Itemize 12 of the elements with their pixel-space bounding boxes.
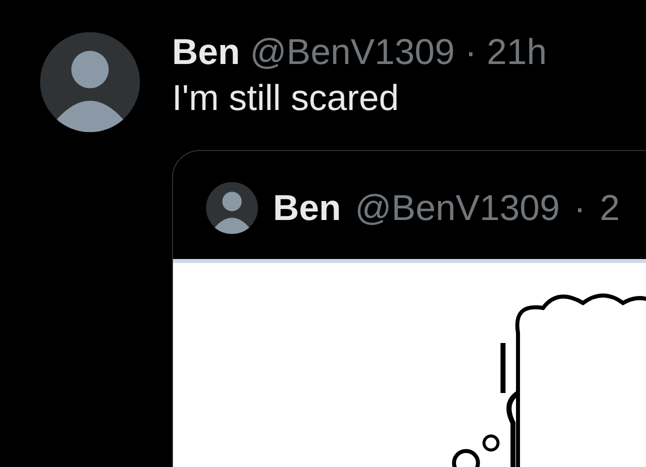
separator: ·	[464, 30, 477, 74]
post-time[interactable]: 2	[600, 186, 620, 230]
author-handle[interactable]: @BenV1309	[250, 30, 455, 74]
post-time[interactable]: 21h	[486, 30, 547, 74]
author-name[interactable]: Ben	[273, 186, 342, 230]
separator: ·	[574, 186, 586, 230]
author-handle[interactable]: @BenV1309	[355, 186, 560, 230]
quoted-post[interactable]: Ben @BenV1309 · 2	[172, 150, 646, 467]
post-text: I'm still scared	[172, 76, 400, 120]
author-name[interactable]: Ben	[172, 30, 240, 74]
avatar-icon[interactable]	[38, 30, 142, 134]
avatar-icon[interactable]	[205, 181, 259, 235]
